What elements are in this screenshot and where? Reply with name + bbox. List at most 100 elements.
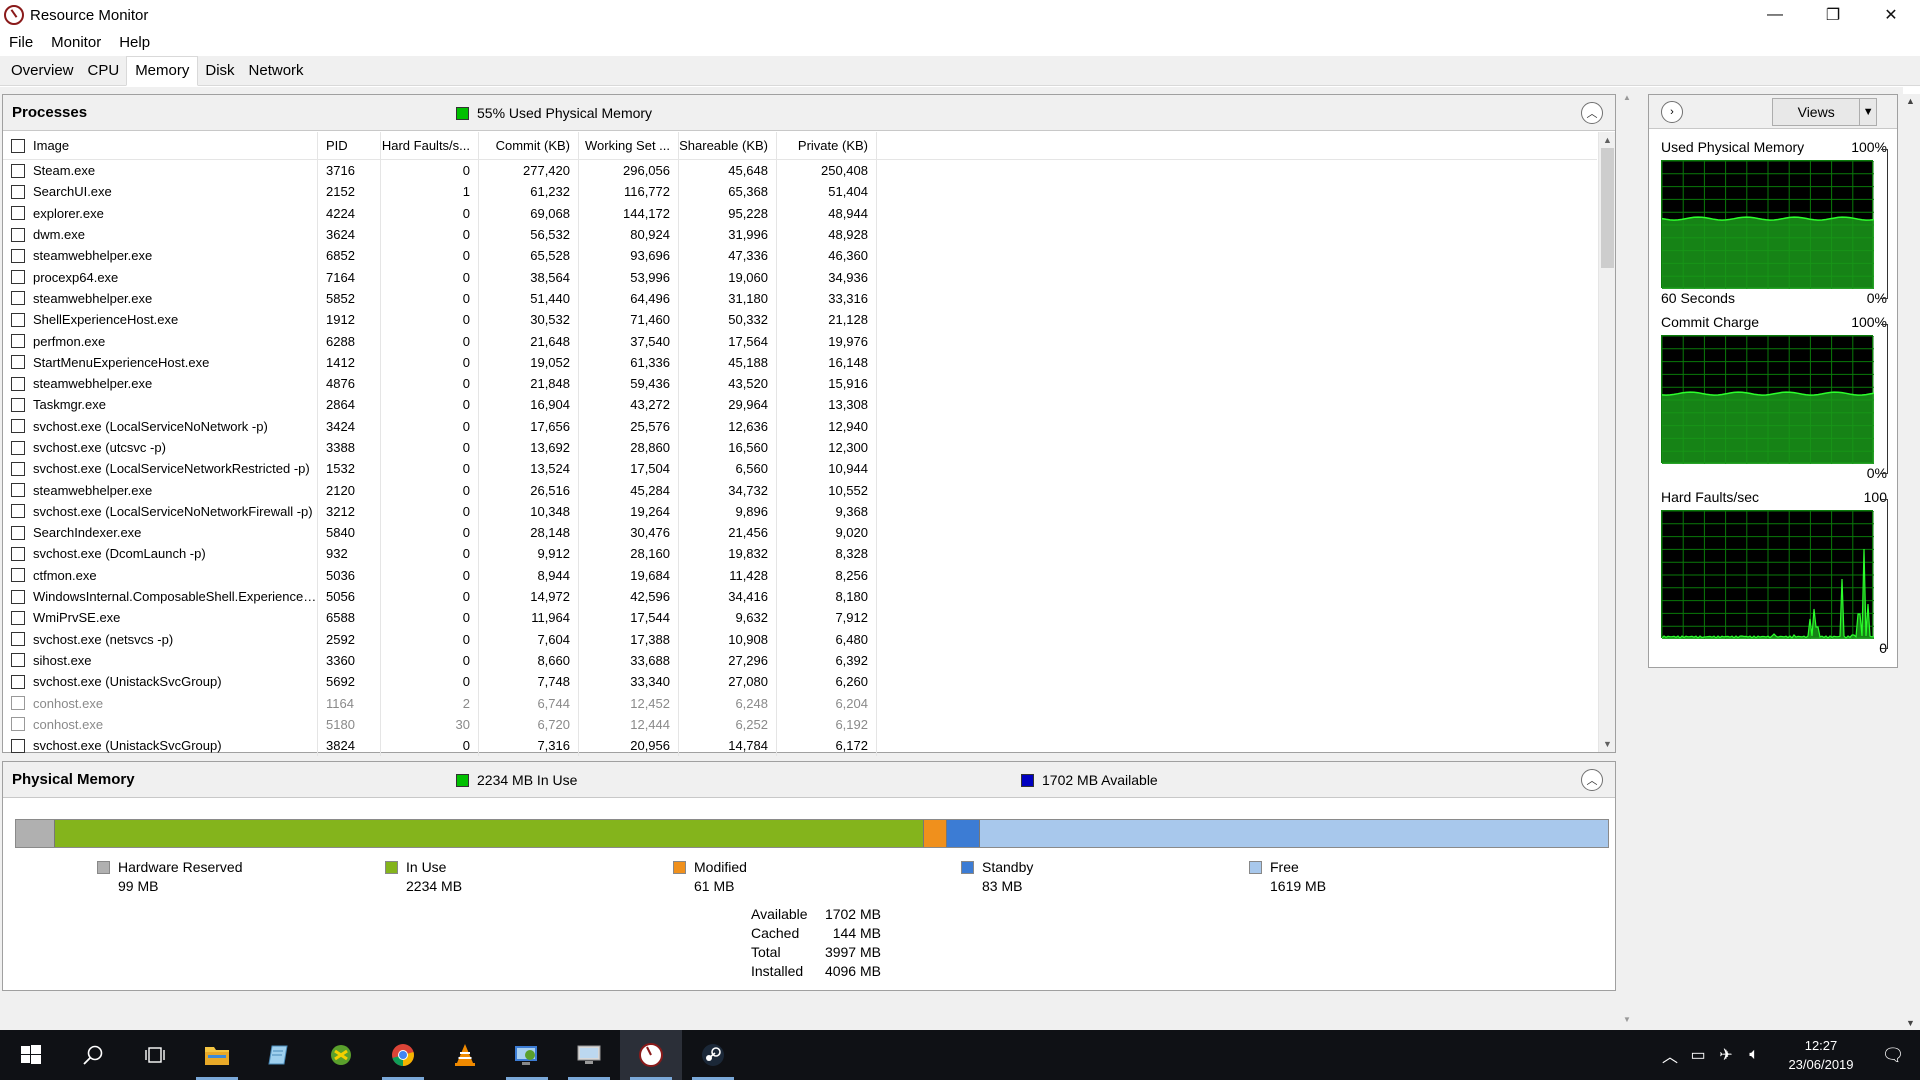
steam-icon[interactable] bbox=[682, 1030, 744, 1080]
table-row[interactable]: Taskmgr.exe 2864 0 16,904 43,272 29,964 13,308 bbox=[3, 394, 1597, 416]
select-all-checkbox[interactable] bbox=[11, 138, 25, 153]
vlc-icon[interactable] bbox=[434, 1030, 496, 1080]
airplane-mode-icon[interactable]: ✈ bbox=[1712, 1045, 1740, 1065]
table-row[interactable]: ShellExperienceHost.exe 1912 0 30,532 71,460… bbox=[3, 309, 1597, 331]
minimize-button[interactable]: — bbox=[1746, 0, 1804, 30]
row-checkbox[interactable] bbox=[11, 291, 25, 306]
table-row[interactable]: perfmon.exe 6288 0 21,648 37,540 17,564 19,976 bbox=[3, 330, 1597, 352]
table-row[interactable]: conhost.exe 5180 30 6,720 12,444 6,252 6,192 bbox=[3, 713, 1597, 736]
collapse-side-panel-button[interactable]: › bbox=[1661, 101, 1683, 123]
monitor-icon[interactable] bbox=[558, 1030, 620, 1080]
greenshot-icon[interactable] bbox=[310, 1030, 372, 1080]
row-checkbox[interactable] bbox=[11, 674, 25, 689]
table-row[interactable]: svchost.exe (UnistackSvcGroup) 3824 0 7,316… bbox=[3, 735, 1597, 757]
start-icon[interactable] bbox=[0, 1030, 62, 1080]
row-checkbox[interactable] bbox=[11, 206, 25, 221]
row-checkbox[interactable] bbox=[11, 504, 25, 519]
table-row[interactable]: WindowsInternal.ComposableShell.Experien… bbox=[3, 585, 1597, 608]
table-row[interactable]: ctfmon.exe 5036 0 8,944 19,684 11,428 8,256 bbox=[3, 564, 1597, 586]
table-row[interactable]: SearchIndexer.exe 5840 0 28,148 30,476 21,456… bbox=[3, 522, 1597, 544]
table-row[interactable]: SearchUI.exe 2152 1 61,232 116,772 65,368 51,4… bbox=[3, 181, 1597, 203]
processes-scrollbar[interactable]: ▲ ▼ bbox=[1598, 132, 1615, 752]
tab-network[interactable]: Network bbox=[242, 59, 311, 85]
views-dropdown-icon[interactable]: ▼ bbox=[1859, 99, 1876, 125]
row-checkbox[interactable] bbox=[11, 397, 25, 412]
search-icon[interactable] bbox=[62, 1030, 124, 1080]
table-row[interactable]: svchost.exe (LocalServiceNoNetwork -p) 34… bbox=[3, 415, 1597, 437]
views-button[interactable]: Views ▼ bbox=[1772, 98, 1877, 126]
scroll-up-icon[interactable]: ▲ bbox=[1599, 132, 1616, 148]
table-row[interactable]: steamwebhelper.exe 4876 0 21,848 59,436 43,52… bbox=[3, 372, 1597, 395]
battery-icon[interactable]: ▭ bbox=[1684, 1045, 1712, 1065]
table-row[interactable]: steamwebhelper.exe 2120 0 26,516 45,284 34,73… bbox=[3, 479, 1597, 501]
physical-memory-header[interactable]: Physical Memory 2234 MB In Use 1702 MB A… bbox=[3, 762, 1615, 798]
row-checkbox[interactable] bbox=[11, 610, 25, 625]
table-row[interactable]: dwm.exe 3624 0 56,532 80,924 31,996 48,928 bbox=[3, 223, 1597, 246]
menu-help[interactable]: Help bbox=[110, 34, 159, 51]
table-row[interactable]: steamwebhelper.exe 6852 0 65,528 93,696 47,33… bbox=[3, 245, 1597, 267]
scroll-down-icon[interactable]: ▼ bbox=[1599, 736, 1616, 752]
maximize-button[interactable]: ❐ bbox=[1804, 0, 1862, 30]
table-row[interactable]: WmiPrvSE.exe 6588 0 11,964 17,544 9,632 7,912 bbox=[3, 607, 1597, 629]
file-explorer-icon[interactable] bbox=[186, 1030, 248, 1080]
row-checkbox[interactable] bbox=[11, 525, 25, 540]
notepad-icon[interactable] bbox=[248, 1030, 310, 1080]
collapse-processes-button[interactable]: ︿ bbox=[1581, 102, 1603, 124]
close-button[interactable]: ✕ bbox=[1862, 0, 1920, 30]
menu-monitor[interactable]: Monitor bbox=[42, 34, 110, 51]
table-row[interactable]: svchost.exe (netsvcs -p) 2592 0 7,604 17,388… bbox=[3, 628, 1597, 650]
table-row[interactable]: svchost.exe (utcsvc -p) 3388 0 13,692 28,860… bbox=[3, 436, 1597, 459]
row-checkbox[interactable] bbox=[11, 248, 25, 263]
volume-icon[interactable]: 🔈︎ bbox=[1740, 1046, 1768, 1064]
collapse-physical-memory-button[interactable]: ︿ bbox=[1581, 769, 1603, 791]
resource-monitor-icon[interactable] bbox=[620, 1030, 682, 1080]
row-checkbox[interactable] bbox=[11, 355, 25, 370]
show-hidden-icons-icon[interactable]: ︿ bbox=[1656, 1043, 1684, 1067]
table-row[interactable]: svchost.exe (DcomLaunch -p) 932 0 9,912 28,1… bbox=[3, 543, 1597, 565]
column-hard-faults[interactable]: Hard Faults/s... bbox=[381, 132, 479, 159]
table-row[interactable]: conhost.exe 1164 2 6,744 12,452 6,248 6,204 bbox=[3, 692, 1597, 714]
row-checkbox[interactable] bbox=[11, 568, 25, 583]
table-row[interactable]: explorer.exe 4224 0 69,068 144,172 95,228 48,9… bbox=[3, 202, 1597, 224]
column-commit[interactable]: Commit (KB) bbox=[479, 132, 579, 159]
task-view-icon[interactable] bbox=[124, 1030, 186, 1080]
menu-file[interactable]: File bbox=[0, 34, 42, 51]
row-checkbox[interactable] bbox=[11, 376, 25, 391]
row-checkbox[interactable] bbox=[11, 696, 25, 711]
table-row[interactable]: Steam.exe 3716 0 277,420 296,056 45,648 250,40… bbox=[3, 160, 1597, 182]
row-checkbox[interactable] bbox=[11, 483, 25, 498]
row-checkbox[interactable] bbox=[11, 270, 25, 285]
column-shareable[interactable]: Shareable (KB) bbox=[679, 132, 777, 159]
notifications-icon[interactable]: 🗨︎ bbox=[1866, 1045, 1920, 1066]
row-checkbox[interactable] bbox=[11, 632, 25, 647]
row-checkbox[interactable] bbox=[11, 419, 25, 434]
row-checkbox[interactable] bbox=[11, 334, 25, 349]
scroll-thumb[interactable] bbox=[1601, 148, 1614, 268]
table-row[interactable]: steamwebhelper.exe 5852 0 51,440 64,496 31,18… bbox=[3, 287, 1597, 310]
row-checkbox[interactable] bbox=[11, 163, 25, 178]
row-checkbox[interactable] bbox=[11, 738, 25, 753]
row-checkbox[interactable] bbox=[11, 184, 25, 199]
row-checkbox[interactable] bbox=[11, 461, 25, 476]
row-checkbox[interactable] bbox=[11, 546, 25, 561]
row-checkbox[interactable] bbox=[11, 589, 25, 604]
processes-header[interactable]: Processes 55% Used Physical Memory ︿ bbox=[3, 95, 1615, 131]
main-scrollbar[interactable]: ▲ ▼ bbox=[1622, 87, 1633, 1030]
column-image[interactable]: Image bbox=[3, 132, 318, 159]
table-row[interactable]: sihost.exe 3360 0 8,660 33,688 27,296 6,392 bbox=[3, 649, 1597, 672]
row-checkbox[interactable] bbox=[11, 312, 25, 327]
chrome-icon[interactable] bbox=[372, 1030, 434, 1080]
table-row[interactable]: svchost.exe (LocalServiceNoNetworkFirewa… bbox=[3, 500, 1597, 523]
column-working-set[interactable]: Working Set ... bbox=[579, 132, 679, 159]
row-checkbox[interactable] bbox=[11, 653, 25, 668]
control-panel-icon[interactable] bbox=[496, 1030, 558, 1080]
column-pid[interactable]: PID bbox=[318, 132, 381, 159]
row-checkbox[interactable] bbox=[11, 717, 25, 732]
side-scrollbar[interactable]: ▲ ▼ bbox=[1902, 94, 1920, 1030]
column-private[interactable]: Private (KB) bbox=[777, 132, 877, 159]
table-row[interactable]: procexp64.exe 7164 0 38,564 53,996 19,060 34,9… bbox=[3, 266, 1597, 288]
table-row[interactable]: StartMenuExperienceHost.exe 1412 0 19,052 61… bbox=[3, 351, 1597, 373]
row-checkbox[interactable] bbox=[11, 440, 25, 455]
tab-memory[interactable]: Memory bbox=[126, 56, 199, 86]
table-row[interactable]: svchost.exe (UnistackSvcGroup) 5692 0 7,748… bbox=[3, 671, 1597, 693]
